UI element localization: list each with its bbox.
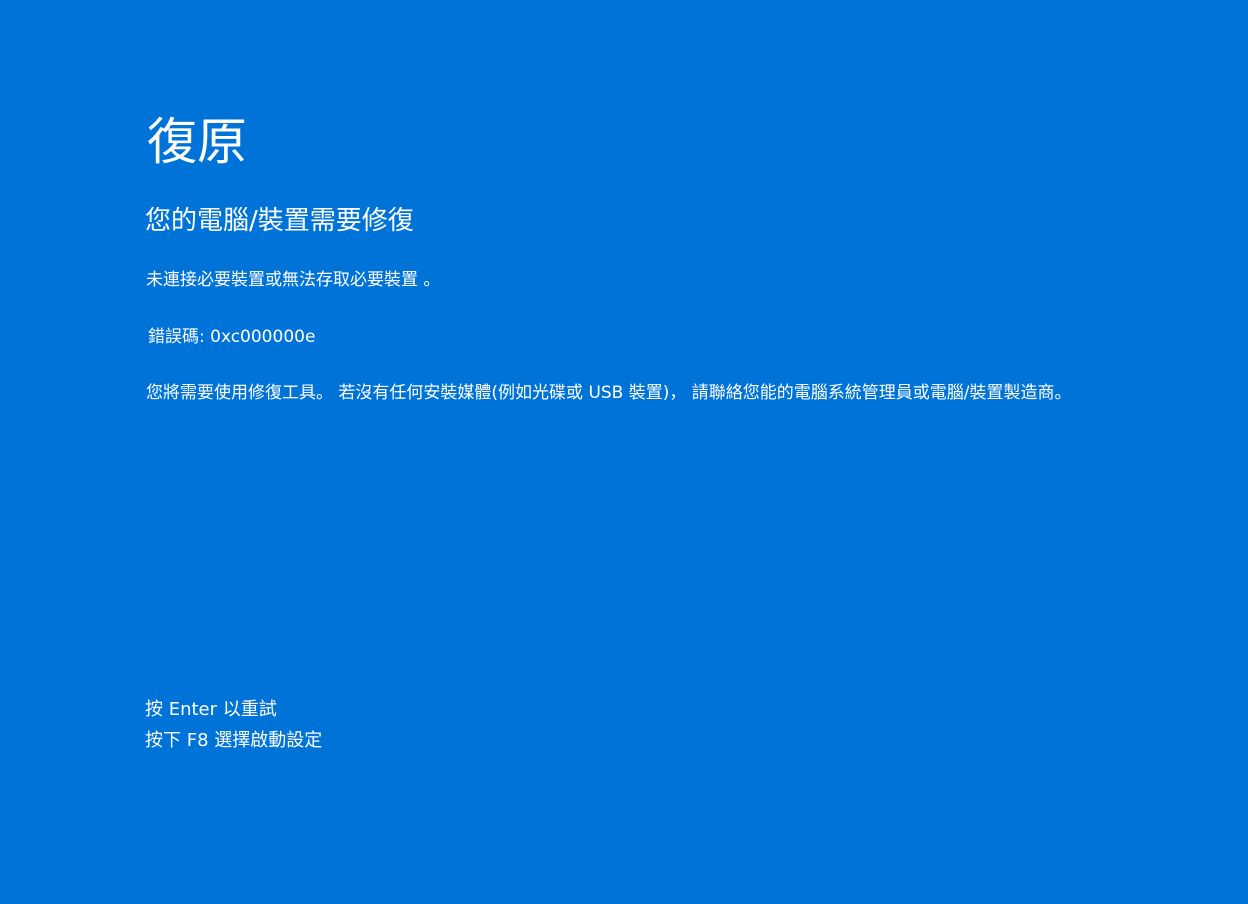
recovery-screen: 復原 您的電腦/裝置需要修復 未連接必要裝置或無法存取必要裝置 。 錯誤碼: 0… [0, 0, 1248, 904]
enter-retry-hint: 按 Enter 以重試 [145, 699, 277, 720]
f8-startup-settings-hint: 按下 F8 選擇啟動設定 [145, 730, 323, 751]
error-message: 未連接必要裝置或無法存取必要裝置 。 [146, 270, 441, 290]
repair-instructions: 您將需要使用修復工具。 若沒有任何安裝媒體(例如光碟或 USB 裝置)， 請聯絡… [146, 383, 1072, 403]
page-title: 復原 [147, 113, 247, 171]
page-subtitle: 您的電腦/裝置需要修復 [145, 206, 414, 236]
error-code: 錯誤碼: 0xc000000e [148, 327, 316, 347]
